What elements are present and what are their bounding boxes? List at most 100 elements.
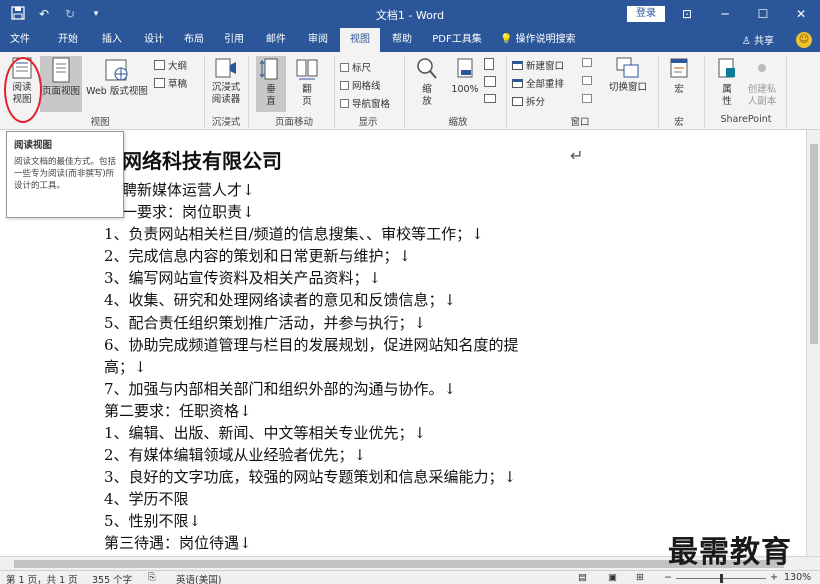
- ruler-checkbox[interactable]: 标尺: [340, 60, 371, 74]
- split-icon: [512, 96, 523, 106]
- new-window-label: 新建窗口: [526, 61, 565, 72]
- views-group-label: 视图: [90, 117, 110, 128]
- create-private-copy-button[interactable]: 创建私 人副本: [744, 56, 780, 112]
- doc-line: 聘新媒体运营人才↓: [122, 181, 255, 199]
- switch-windows-label: 切换窗口: [608, 82, 647, 93]
- zoom-button[interactable]: 缩 放: [412, 56, 442, 112]
- read-mode-tooltip: 阅读视图 阅读文档的最佳方式。包括一些专为阅读(而非撰写)所设计的工具。: [6, 131, 124, 218]
- page-count[interactable]: 第 1 页，共 1 页: [6, 572, 78, 584]
- doc-line: 2、完成信息内容的策划和日常更新与维护；↓: [104, 247, 412, 265]
- macros-label: 宏: [674, 84, 684, 95]
- one-page-button[interactable]: [484, 58, 494, 70]
- tab-mailings[interactable]: 邮件: [260, 28, 292, 52]
- vertical-scroll-thumb[interactable]: [810, 144, 818, 344]
- document-title: 网络科技有限公司: [122, 149, 282, 173]
- immersive-reader-button[interactable]: 沉浸式 阅读器: [208, 56, 244, 112]
- doc-line: 5、性别不限↓: [104, 512, 202, 530]
- read-mode-status-icon[interactable]: ▤: [578, 572, 587, 583]
- tab-review[interactable]: 审阅: [302, 28, 334, 52]
- tell-me-search[interactable]: 💡 操作说明搜索: [500, 28, 590, 52]
- multiple-pages-button[interactable]: [484, 76, 496, 87]
- arrange-all-button[interactable]: 全部重排: [512, 76, 564, 90]
- tab-file[interactable]: 文件: [4, 28, 36, 52]
- outline-button[interactable]: 大纲: [154, 58, 187, 72]
- ruler-label: 标尺: [352, 63, 372, 74]
- print-layout-button[interactable]: 页面视图: [40, 56, 82, 112]
- doc-line: 6、协助完成频道管理与栏目的发展规划，促进网站知名度的提: [104, 336, 519, 354]
- macros-button[interactable]: 宏: [664, 56, 694, 112]
- tab-insert[interactable]: 插入: [96, 28, 128, 52]
- vertical-scrollbar[interactable]: [806, 130, 820, 556]
- highlight-ring: [4, 57, 42, 123]
- web-layout-label: Web 版式视图: [86, 86, 148, 97]
- properties-button[interactable]: 属 性: [712, 56, 742, 112]
- new-window-button[interactable]: 新建窗口: [512, 58, 564, 72]
- ribbon-display-options-icon[interactable]: ⊡: [668, 0, 706, 28]
- private-copy-icon: [758, 64, 766, 72]
- word-count[interactable]: 355 个字: [92, 572, 132, 584]
- tab-home[interactable]: 开始: [52, 28, 84, 52]
- doc-line: 7、加强与内部相关部门和组织外部的沟通与协作。↓: [104, 380, 457, 398]
- language-status[interactable]: 英语(美国): [176, 572, 221, 584]
- tab-references[interactable]: 引用: [218, 28, 250, 52]
- zoom-100-icon: [457, 58, 473, 78]
- share-button[interactable]: ♙ 共享: [742, 32, 774, 47]
- gridlines-checkbox[interactable]: 网格线: [340, 78, 381, 92]
- zoom-in-icon[interactable]: +: [770, 572, 778, 583]
- web-layout-icon: [105, 59, 128, 81]
- doc-line: 一要求：岗位职责↓: [122, 203, 255, 221]
- vertical-scroll-icon: [260, 58, 278, 80]
- proofing-icon[interactable]: ⎘: [148, 572, 156, 583]
- doc-line: 第三待遇：岗位待遇↓: [104, 534, 252, 552]
- zoom-group-label: 缩放: [448, 117, 468, 128]
- split-button[interactable]: 拆分: [512, 94, 545, 108]
- sync-scrolling-icon[interactable]: [582, 76, 592, 85]
- split-label: 拆分: [526, 97, 546, 108]
- tooltip-body: 阅读文档的最佳方式。包括一些专为阅读(而非撰写)所设计的工具。: [14, 157, 117, 191]
- draft-button[interactable]: 草稿: [154, 76, 187, 90]
- page-movement-group-label: 页面移动: [274, 117, 313, 128]
- macros-group-label: 宏: [674, 117, 684, 128]
- properties-label: 属 性: [722, 84, 732, 107]
- tell-me-label: 操作说明搜索: [515, 34, 576, 45]
- page-width-button[interactable]: [484, 94, 496, 103]
- doc-line: 2、有媒体编辑领域从业经验者优先；↓: [104, 446, 367, 464]
- share-label: 共享: [754, 36, 774, 47]
- vertical-button[interactable]: 垂 直: [256, 56, 286, 112]
- doc-line: 1、负责网站相关栏目/频道的信息搜集、、审校等工作；↓: [104, 225, 484, 243]
- zoom-label: 缩 放: [422, 84, 432, 107]
- reset-window-position-icon[interactable]: [582, 94, 592, 103]
- zoom-out-icon[interactable]: −: [664, 572, 672, 583]
- tab-help[interactable]: 帮助: [386, 28, 418, 52]
- tab-view[interactable]: 视图: [340, 28, 380, 52]
- zoom-level[interactable]: 130%: [784, 572, 811, 583]
- side-to-side-button[interactable]: 翻 页: [292, 56, 322, 112]
- navigation-pane-checkbox[interactable]: 导航窗格: [340, 96, 390, 110]
- maximize-icon[interactable]: ☐: [744, 0, 782, 28]
- multiple-pages-icon: [484, 76, 496, 87]
- web-layout-button[interactable]: Web 版式视图: [84, 56, 150, 112]
- tab-design[interactable]: 设计: [138, 28, 170, 52]
- tooltip-title: 阅读视图: [14, 140, 53, 151]
- doc-line: 第二要求：任职资格↓: [104, 402, 252, 420]
- side-to-side-label: 翻 页: [302, 84, 312, 107]
- zoom-slider-thumb[interactable]: [720, 574, 723, 583]
- minimize-icon[interactable]: ─: [706, 0, 744, 28]
- immersive-reader-label: 沉浸式 阅读器: [211, 82, 241, 105]
- immersive-reader-icon: [215, 58, 236, 78]
- private-copy-label: 创建私 人副本: [747, 84, 777, 107]
- doc-line: 4、收集、研究和处理网络读者的意见和反馈信息；↓: [104, 291, 457, 309]
- print-layout-status-icon[interactable]: ▣: [608, 572, 617, 583]
- doc-line: 5、配合责任组织策划推广活动，并参与执行；↓: [104, 314, 427, 332]
- tab-pdf-tools[interactable]: PDF工具集: [428, 28, 486, 52]
- login-button[interactable]: 登录: [627, 6, 665, 22]
- zoom-100-button[interactable]: 100%: [448, 56, 482, 112]
- feedback-smiley-icon[interactable]: ☺: [796, 32, 812, 48]
- magnifier-icon: [417, 58, 437, 79]
- tab-layout[interactable]: 布局: [178, 28, 210, 52]
- web-layout-status-icon[interactable]: ⊞: [636, 572, 644, 583]
- switch-windows-button[interactable]: 切换窗口: [606, 56, 650, 112]
- close-icon[interactable]: ✕: [782, 0, 820, 28]
- print-layout-icon: [52, 57, 70, 83]
- view-side-by-side-icon[interactable]: [582, 58, 592, 67]
